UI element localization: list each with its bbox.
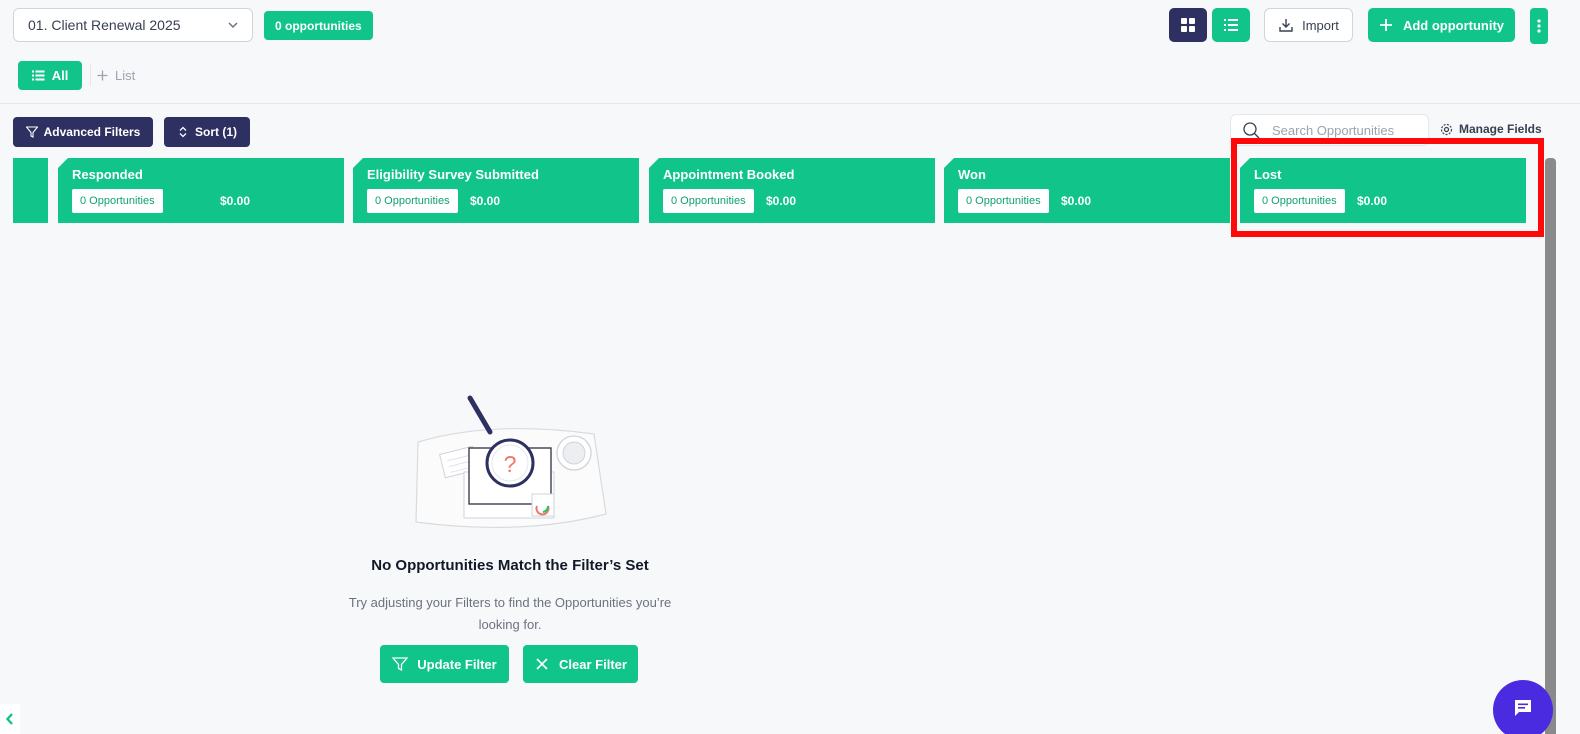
pipeline-select[interactable]: 01. Client Renewal 2025 <box>13 8 253 42</box>
empty-state-text-line: looking for. <box>478 617 542 632</box>
close-icon <box>536 658 548 670</box>
chat-icon <box>1515 700 1531 716</box>
chevron-left-icon <box>5 713 13 725</box>
stage-appointment-booked[interactable]: Appointment Booked 0 Opportunities $0.00 <box>649 158 935 223</box>
list-view-icon <box>1224 19 1238 31</box>
clear-filter-button[interactable]: Clear Filter <box>523 645 638 683</box>
stage-name: Eligibility Survey Submitted <box>367 167 539 182</box>
plus-icon <box>97 70 108 80</box>
stage-amount: $0.00 <box>1357 194 1388 208</box>
search-input[interactable] <box>1272 122 1422 138</box>
search-icon <box>1243 121 1260 138</box>
plus-icon <box>1379 19 1392 31</box>
gear-icon <box>1440 123 1453 135</box>
svg-text:?: ? <box>504 451 517 477</box>
stage-count: 0 Opportunities <box>72 189 163 213</box>
import-label: Import <box>1302 17 1339 33</box>
pipeline-select-value: 01. Client Renewal 2025 <box>28 17 181 33</box>
opportunities-count-label: 0 opportunities <box>275 18 362 33</box>
board-view-icon <box>1181 18 1195 32</box>
search-opportunities <box>1230 114 1429 146</box>
import-button[interactable]: Import <box>1264 8 1353 42</box>
stage-count: 0 Opportunities <box>958 189 1049 213</box>
collapse-sidebar-button[interactable] <box>0 704 20 734</box>
stage-responded[interactable]: Responded 0 Opportunities $0.00 <box>58 158 344 223</box>
stage-won[interactable]: Won 0 Opportunities $0.00 <box>944 158 1230 223</box>
scrollbar[interactable] <box>1545 158 1556 734</box>
update-filter-label: Update Filter <box>417 656 497 672</box>
filter-icon <box>392 657 409 672</box>
top-bar: 01. Client Renewal 2025 0 opportunities … <box>0 0 1580 104</box>
manage-fields-label: Manage Fields <box>1459 122 1542 136</box>
kebab-icon <box>1537 19 1541 33</box>
chat-widget-button[interactable] <box>1493 680 1553 734</box>
clear-filter-label: Clear Filter <box>559 656 627 672</box>
stage-lost[interactable]: Lost 0 Opportunities $0.00 <box>1240 158 1526 223</box>
tab-all-label: All <box>51 68 69 83</box>
stage-name: Lost <box>1254 167 1282 182</box>
opportunities-count-badge: 0 opportunities <box>264 11 373 40</box>
sort-label: Sort (1) <box>195 125 237 139</box>
stage-start-cap <box>13 158 48 223</box>
chevron-down-icon <box>228 22 238 29</box>
sort-icon <box>179 126 187 138</box>
stage-count: 0 Opportunities <box>1254 189 1345 213</box>
board-view-button[interactable] <box>1169 8 1207 42</box>
stage-amount: $0.00 <box>470 194 501 208</box>
stage-amount: $0.00 <box>766 194 797 208</box>
stage-eligibility-survey-submitted[interactable]: Eligibility Survey Submitted 0 Opportuni… <box>353 158 639 223</box>
add-opportunity-label: Add opportunity <box>1402 17 1505 33</box>
update-filter-button[interactable]: Update Filter <box>380 645 509 683</box>
stage-name: Responded <box>72 167 143 182</box>
stage-name: Appointment Booked <box>663 167 795 182</box>
advanced-filters-label: Advanced Filters <box>43 125 141 139</box>
tab-divider <box>90 64 91 86</box>
add-list-label: List <box>115 67 136 83</box>
add-opportunity-button[interactable]: Add opportunity <box>1368 8 1515 42</box>
list-view-button[interactable] <box>1212 8 1250 42</box>
list-icon <box>31 70 45 81</box>
empty-state-text: Try adjusting your Filters to find the O… <box>330 592 690 636</box>
empty-state-title: No Opportunities Match the Filter’s Set <box>371 557 649 574</box>
stage-count: 0 Opportunities <box>367 189 458 213</box>
import-icon <box>1279 19 1293 32</box>
tab-all[interactable]: All <box>18 61 82 90</box>
pipeline-stages: Responded 0 Opportunities $0.00 Eligibil… <box>13 158 1526 223</box>
add-list-button[interactable]: List <box>97 66 135 84</box>
sort-button[interactable]: Sort (1) <box>164 117 250 147</box>
filter-icon <box>25 126 38 138</box>
manage-fields-button[interactable]: Manage Fields <box>1440 122 1542 136</box>
magnifier-illustration: ? <box>415 395 607 529</box>
empty-state-text-line: Try adjusting your Filters to find the O… <box>348 595 672 610</box>
stage-amount: $0.00 <box>220 194 251 208</box>
stage-amount: $0.00 <box>1061 194 1092 208</box>
stage-name: Won <box>958 167 986 182</box>
stage-count: 0 Opportunities <box>663 189 754 213</box>
more-options-button[interactable] <box>1530 8 1548 44</box>
advanced-filters-button[interactable]: Advanced Filters <box>13 117 153 147</box>
